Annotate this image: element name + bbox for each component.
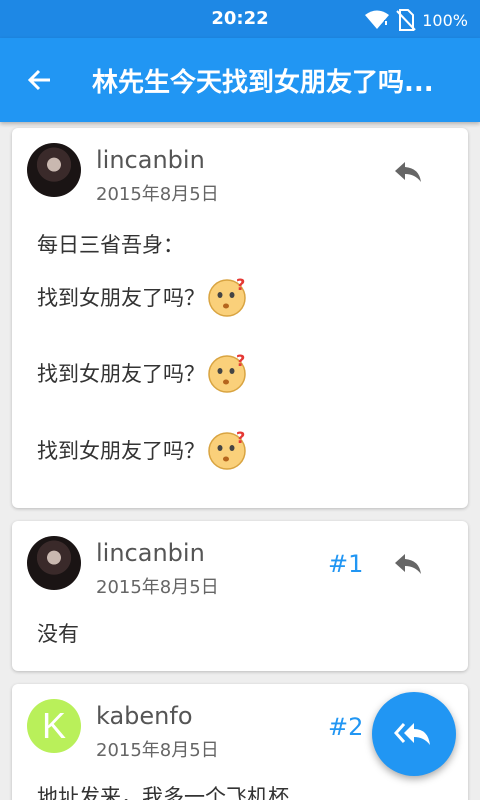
post-body-text: 找到女朋友了吗？	[37, 439, 205, 463]
topic-title: 林先生今天找到女朋友了吗...	[92, 68, 434, 98]
username[interactable]: kabenfo	[96, 702, 193, 730]
post-body-line: 找到女朋友了吗？ ?	[37, 350, 251, 393]
post-body-line: 找到女朋友了吗？ ?	[37, 274, 251, 317]
reply-fab[interactable]	[372, 692, 456, 776]
status-icons: 100%	[364, 9, 468, 31]
reply-icon	[395, 162, 421, 182]
reply-icon	[395, 554, 421, 574]
floor-number: #2	[328, 713, 364, 741]
battery-level: 100%	[422, 10, 468, 30]
avatar[interactable]	[27, 143, 81, 197]
topic-card: lincanbin 2015年8月5日 每日三省吾身： 找到女朋友了吗？ ? 找…	[12, 128, 468, 508]
post-body: 没有	[37, 622, 79, 646]
svg-text:?: ?	[236, 351, 245, 370]
username[interactable]: lincanbin	[96, 146, 205, 174]
back-button[interactable]	[22, 62, 58, 98]
avatar[interactable]	[27, 536, 81, 590]
app-bar: 林先生今天找到女朋友了吗...	[0, 38, 480, 122]
floor-number: #1	[328, 550, 364, 578]
status-bar: 20:22 100%	[0, 0, 480, 38]
post-body-text: 找到女朋友了吗？	[37, 286, 205, 310]
svg-text:?: ?	[236, 275, 245, 294]
reply-card: lincanbin 2015年8月5日 #1 没有	[12, 521, 468, 671]
post-body-line: 每日三省吾身：	[37, 233, 184, 257]
wifi-icon	[364, 10, 390, 30]
post-date: 2015年8月5日	[96, 740, 219, 761]
post-date: 2015年8月5日	[96, 184, 219, 205]
post-body-text: 找到女朋友了吗？	[37, 362, 205, 386]
reply-button[interactable]	[390, 549, 426, 579]
no-sim-icon	[396, 9, 416, 31]
confused-emoji-icon: ?	[208, 428, 246, 470]
post-body: 地址发来，我多一个飞机杯	[37, 785, 289, 800]
back-arrow-icon	[27, 69, 50, 91]
post-body-line: 找到女朋友了吗？ ?	[37, 427, 251, 470]
reply-button[interactable]	[390, 157, 426, 187]
confused-emoji-icon: ?	[208, 275, 246, 317]
post-date: 2015年8月5日	[96, 577, 219, 598]
username[interactable]: lincanbin	[96, 539, 205, 567]
confused-emoji-icon: ?	[208, 351, 246, 393]
reply-all-icon	[394, 723, 430, 745]
svg-text:?: ?	[236, 428, 245, 447]
avatar[interactable]: K	[27, 699, 81, 753]
